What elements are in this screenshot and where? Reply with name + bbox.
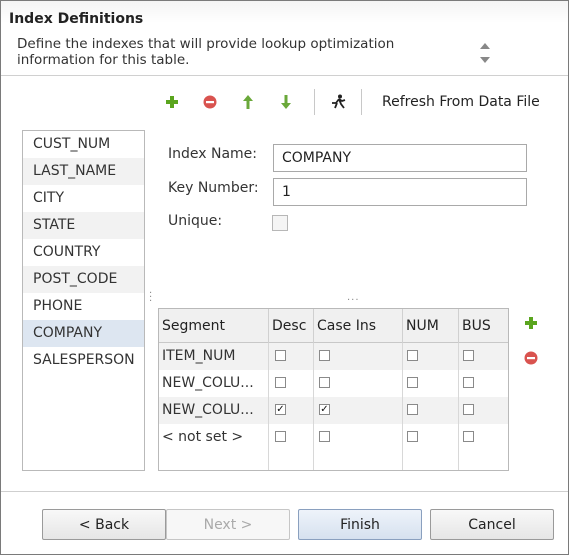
horizontal-splitter-handle[interactable]: ··· bbox=[347, 295, 360, 306]
bus-checkbox[interactable] bbox=[463, 377, 474, 388]
index-name-label: Index Name: bbox=[168, 146, 258, 162]
num-checkbox[interactable] bbox=[407, 431, 418, 442]
move-up-icon bbox=[243, 95, 253, 109]
unique-checkbox[interactable] bbox=[272, 215, 288, 231]
list-item[interactable]: CUST_NUM bbox=[23, 131, 144, 158]
segment-cell: ITEM_NUM bbox=[162, 348, 236, 364]
scroll-up-icon[interactable] bbox=[480, 43, 490, 49]
scroll-down-icon[interactable] bbox=[480, 57, 490, 63]
case-ins-checkbox[interactable] bbox=[319, 377, 330, 388]
page-description: Define the indexes that will provide loo… bbox=[17, 36, 395, 68]
move-down-icon bbox=[281, 95, 291, 109]
segments-table[interactable]: Segment Desc Case Ins NUM BUS ITEM_NUM N… bbox=[158, 308, 509, 471]
unique-label: Unique: bbox=[168, 213, 223, 229]
column-header-segment[interactable]: Segment bbox=[159, 309, 269, 343]
remove-segment-button[interactable] bbox=[523, 350, 539, 366]
run-button[interactable] bbox=[327, 91, 349, 113]
page-title: Index Definitions bbox=[9, 11, 144, 27]
index-name-field[interactable]: COMPANY bbox=[273, 144, 527, 172]
vertical-splitter-handle[interactable]: · · · bbox=[149, 289, 153, 307]
finish-button[interactable]: Finish bbox=[298, 509, 422, 540]
list-item[interactable]: POST_CODE bbox=[23, 266, 144, 293]
move-down-button[interactable] bbox=[275, 91, 297, 113]
index-toolbar: Refresh From Data File bbox=[1, 89, 568, 117]
cancel-button[interactable]: Cancel bbox=[430, 509, 554, 540]
segment-cell: < not set > bbox=[162, 429, 244, 445]
list-item[interactable]: LAST_NAME bbox=[23, 158, 144, 185]
wizard-header: Index Definitions Define the indexes tha… bbox=[1, 1, 568, 76]
segment-cell: NEW_COLU... bbox=[162, 402, 254, 418]
key-number-field[interactable]: 1 bbox=[273, 178, 527, 206]
list-item[interactable]: CITY bbox=[23, 185, 144, 212]
case-ins-checkbox-checked[interactable]: ✓ bbox=[319, 404, 330, 415]
back-button[interactable]: < Back bbox=[42, 509, 166, 540]
column-divider bbox=[402, 343, 403, 470]
move-up-button[interactable] bbox=[237, 91, 259, 113]
table-row[interactable]: NEW_COLU... ✓ ✓ bbox=[159, 397, 508, 424]
num-checkbox[interactable] bbox=[407, 350, 418, 361]
desc-checkbox[interactable] bbox=[275, 350, 286, 361]
desc-checkbox[interactable] bbox=[275, 377, 286, 388]
column-header-num[interactable]: NUM bbox=[403, 309, 459, 343]
add-index-button[interactable] bbox=[161, 91, 183, 113]
column-divider bbox=[313, 343, 314, 470]
list-item[interactable]: PHONE bbox=[23, 293, 144, 320]
list-item[interactable]: COUNTRY bbox=[23, 239, 144, 266]
toolbar-separator bbox=[314, 89, 315, 115]
table-header: Segment Desc Case Ins NUM BUS bbox=[159, 309, 508, 343]
next-button[interactable]: Next > bbox=[166, 509, 290, 540]
table-row[interactable]: NEW_COLU... bbox=[159, 370, 508, 397]
bus-checkbox[interactable] bbox=[463, 404, 474, 415]
table-row[interactable]: < not set > bbox=[159, 424, 508, 451]
wizard-window: Index Definitions Define the indexes tha… bbox=[0, 0, 569, 555]
run-icon bbox=[332, 94, 346, 109]
desc-checkbox[interactable] bbox=[275, 431, 286, 442]
column-header-bus[interactable]: BUS bbox=[459, 309, 508, 343]
num-checkbox[interactable] bbox=[407, 404, 418, 415]
list-item-selected[interactable]: COMPANY bbox=[23, 320, 144, 347]
case-ins-checkbox[interactable] bbox=[319, 350, 330, 361]
column-divider bbox=[268, 343, 269, 470]
desc-checkbox-checked[interactable]: ✓ bbox=[275, 404, 286, 415]
bus-checkbox[interactable] bbox=[463, 350, 474, 361]
list-item[interactable]: SALESPERSON bbox=[23, 347, 144, 374]
toolbar-separator-2 bbox=[361, 89, 362, 115]
description-scroll[interactable] bbox=[477, 41, 491, 67]
key-number-label: Key Number: bbox=[168, 180, 259, 196]
column-divider bbox=[458, 343, 459, 470]
remove-index-button[interactable] bbox=[199, 91, 221, 113]
case-ins-checkbox[interactable] bbox=[319, 431, 330, 442]
list-item[interactable]: STATE bbox=[23, 212, 144, 239]
bus-checkbox[interactable] bbox=[463, 431, 474, 442]
refresh-from-data-file-button[interactable]: Refresh From Data File bbox=[382, 94, 540, 110]
add-segment-button[interactable] bbox=[523, 315, 539, 331]
field-list[interactable]: CUST_NUM LAST_NAME CITY STATE COUNTRY PO… bbox=[22, 130, 145, 471]
num-checkbox[interactable] bbox=[407, 377, 418, 388]
column-header-case-ins[interactable]: Case Ins bbox=[314, 309, 403, 343]
footer-separator bbox=[1, 491, 568, 492]
remove-icon bbox=[203, 95, 217, 109]
add-icon bbox=[525, 317, 537, 329]
column-header-desc[interactable]: Desc bbox=[269, 309, 314, 343]
table-row[interactable]: ITEM_NUM bbox=[159, 343, 508, 370]
add-icon bbox=[166, 96, 178, 108]
remove-icon bbox=[524, 351, 538, 365]
segment-cell: NEW_COLU... bbox=[162, 375, 254, 391]
